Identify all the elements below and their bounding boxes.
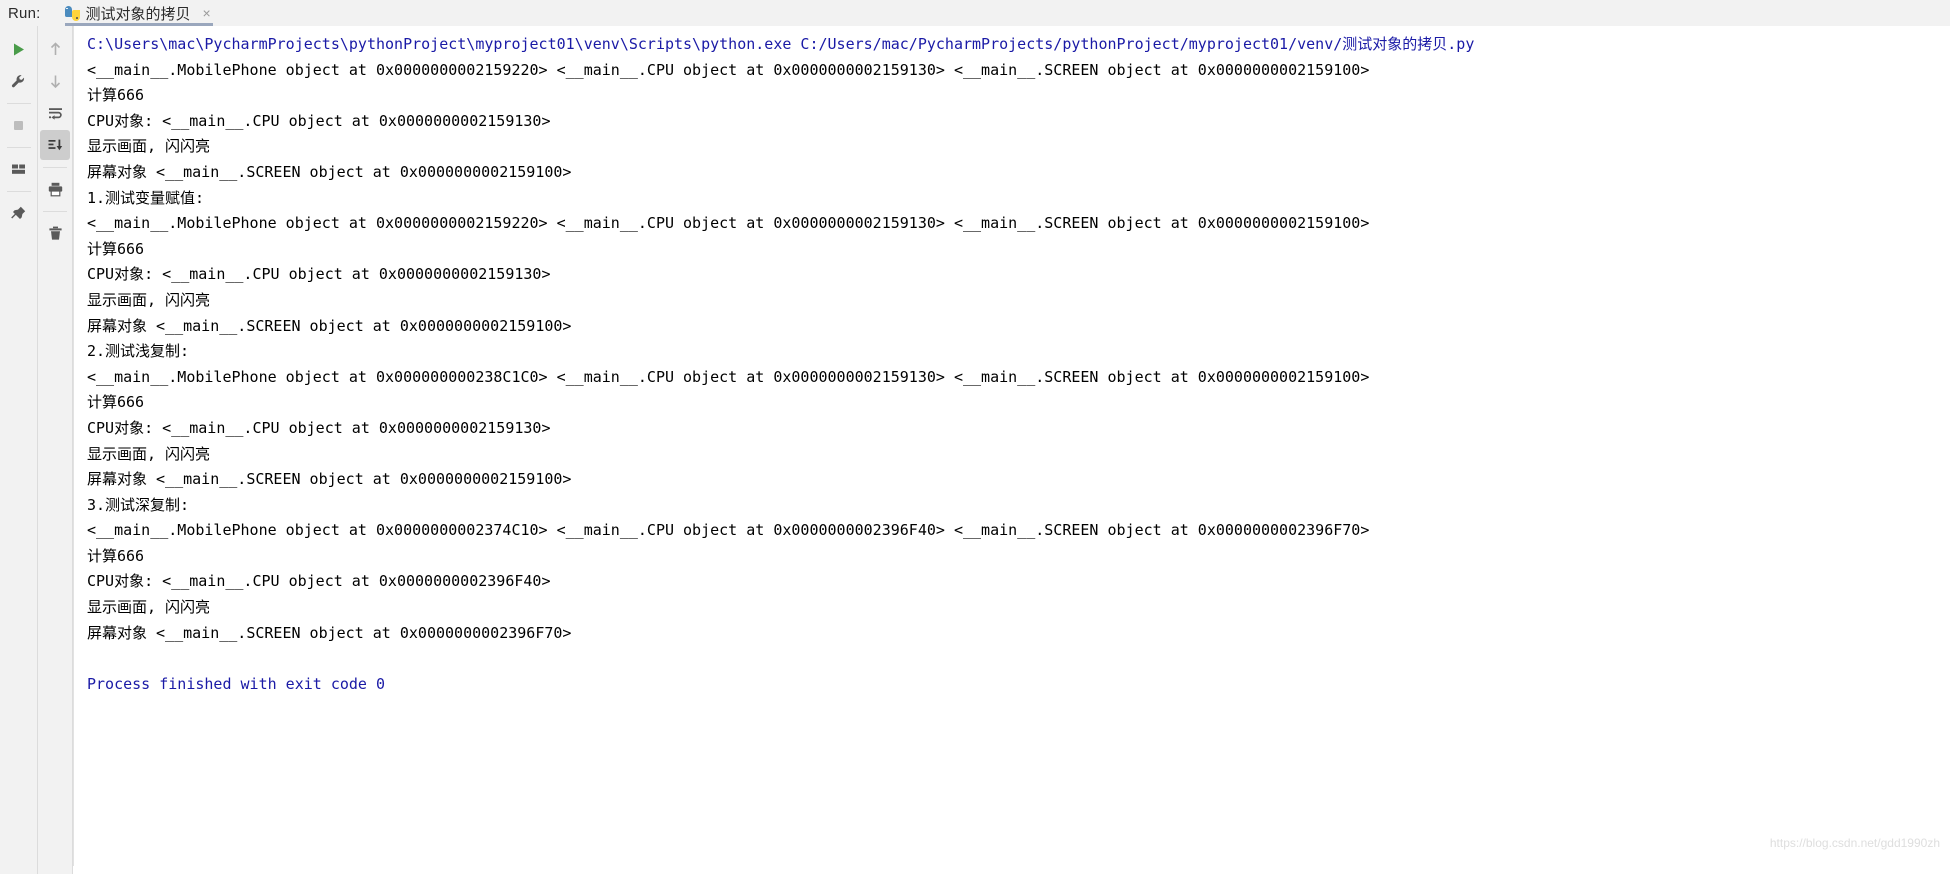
console-line: 屏幕对象 <__main__.SCREEN object at 0x000000… — [87, 470, 572, 489]
arrow-down-icon — [50, 75, 60, 88]
console-line: CPU对象: <__main__.CPU object at 0x0000000… — [87, 111, 551, 130]
console-line: <__main__.MobilePhone object at 0x000000… — [87, 521, 1370, 540]
stop-square-icon — [14, 120, 23, 130]
play-icon — [14, 43, 24, 55]
restore-layout-button[interactable] — [4, 154, 34, 184]
console-line: 2.测试浅复制: — [87, 342, 190, 361]
run-tab-label: 测试对象的拷贝 — [85, 5, 191, 23]
toolbar-divider — [6, 147, 31, 148]
run-tab[interactable]: 测试对象的拷贝 × — [58, 0, 219, 26]
console-line: C:\Users\mac\PycharmProjects\pythonProje… — [87, 35, 1475, 53]
down-the-stack-button[interactable] — [40, 66, 70, 96]
console-line: <__main__.MobilePhone object at 0x000000… — [87, 367, 1370, 386]
print-button[interactable] — [40, 174, 70, 204]
console-line: CPU对象: <__main__.CPU object at 0x0000000… — [87, 572, 551, 591]
pin-tab-button[interactable] — [4, 198, 34, 228]
console-line: 屏幕对象 <__main__.SCREEN object at 0x000000… — [87, 623, 572, 642]
edit-configurations-button[interactable] — [4, 66, 34, 96]
run-actions-toolbar — [0, 26, 38, 874]
toolbar-divider — [43, 167, 67, 168]
toolbar-divider — [6, 103, 31, 104]
run-window-label: Run: — [8, 4, 41, 22]
arrow-up-icon — [50, 41, 60, 55]
wrench-icon — [11, 74, 25, 87]
python-file-icon — [64, 5, 80, 21]
pin-icon — [11, 206, 26, 219]
soft-wrap-button[interactable] — [40, 98, 70, 128]
rerun-button[interactable] — [4, 34, 34, 64]
console-line: 显示画面, 闪闪亮 — [87, 444, 211, 463]
watermark-text: https://blog.csdn.net/gdd1990zh — [1769, 836, 1940, 850]
console-line: <__main__.MobilePhone object at 0x000000… — [87, 60, 1370, 79]
console-line: 屏幕对象 <__main__.SCREEN object at 0x000000… — [87, 316, 572, 335]
trash-icon — [48, 226, 62, 240]
console-line: 显示画面, 闪闪亮 — [87, 598, 211, 617]
soft-wrap-icon — [48, 107, 62, 120]
layout-icon — [12, 164, 25, 174]
toolbar-divider — [6, 191, 31, 192]
console-line: 屏幕对象 <__main__.SCREEN object at 0x000000… — [87, 162, 572, 181]
console-actions-toolbar — [38, 26, 73, 874]
console-line: 1.测试变量赋值: — [87, 188, 205, 207]
close-icon[interactable]: × — [203, 6, 211, 20]
console-line: 计算666 — [87, 239, 145, 258]
toolbar-divider — [43, 211, 67, 212]
console-line: Process finished with exit code 0 — [87, 674, 386, 693]
console-line: 计算666 — [87, 393, 145, 412]
scroll-to-end-button[interactable] — [40, 130, 70, 160]
clear-all-button[interactable] — [40, 218, 70, 248]
console-line: 显示画面, 闪闪亮 — [87, 290, 211, 309]
console-output[interactable]: C:\Users\mac\PycharmProjects\pythonProje… — [73, 26, 1950, 866]
run-tool-window-header: Run: 测试对象的拷贝 × — [0, 0, 1950, 27]
console-line: 计算666 — [87, 86, 145, 105]
up-the-stack-button[interactable] — [40, 34, 70, 64]
printer-icon — [48, 182, 62, 196]
stop-button[interactable] — [4, 110, 34, 140]
console-line: <__main__.MobilePhone object at 0x000000… — [87, 214, 1370, 233]
console-line: 3.测试深复制: — [87, 495, 190, 514]
console-line: CPU对象: <__main__.CPU object at 0x0000000… — [87, 418, 551, 437]
console-line: 显示画面, 闪闪亮 — [87, 137, 211, 156]
scroll-to-end-icon — [48, 139, 62, 150]
console-line: CPU对象: <__main__.CPU object at 0x0000000… — [87, 265, 551, 284]
console-line: 计算666 — [87, 546, 145, 565]
